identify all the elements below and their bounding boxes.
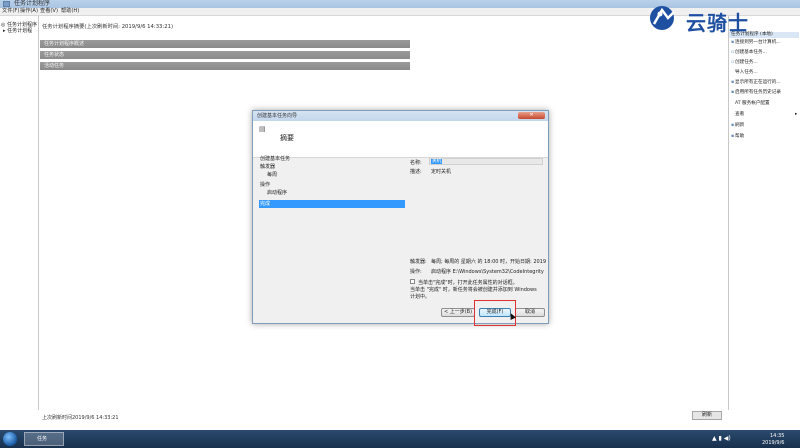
finish-note-line2: 计划中。	[410, 294, 431, 300]
name-label: 名称:	[410, 160, 422, 166]
close-icon[interactable]: ✕	[518, 112, 545, 119]
summary-line: 任务计划程序摘要(上次刷新时间: 2019/9/6 14:33:21)	[42, 24, 174, 30]
create-basic-task-wizard: 创建基本任务向导 ✕ ▤ 摘要 创建基本任务 触发器 每周 操作 启动程序 完成…	[252, 110, 549, 324]
tree-item-library[interactable]: ▸ 任务计划程	[3, 28, 32, 34]
cancel-button[interactable]: 取消	[515, 308, 545, 317]
step-label: 启动程序	[267, 190, 288, 196]
task-scheduler-icon	[3, 1, 10, 7]
dialog-title: 创建基本任务向导	[257, 113, 298, 119]
action-connect[interactable]: ▪连接到另一台计算机...	[731, 40, 781, 46]
action-label: 操作:	[410, 269, 422, 275]
section-active-tasks[interactable]: 活动任务	[40, 62, 410, 70]
step-trigger[interactable]: 触发器	[259, 163, 405, 171]
action-label: 查看	[735, 112, 745, 117]
taskbar-task-scheduler[interactable]: 任务	[24, 432, 64, 446]
name-field[interactable]	[429, 158, 543, 165]
action-at-config[interactable]: AT 服务帐户配置	[731, 101, 770, 107]
action-create-task[interactable]: ▫创建任务...	[731, 60, 758, 66]
description-value[interactable]: 定时关机	[431, 168, 451, 175]
tree-item-label: 任务计划程	[7, 28, 33, 34]
action-label: AT 服务帐户配置	[735, 101, 770, 106]
trigger-label: 触发器:	[410, 259, 427, 265]
step-label: 完成	[260, 201, 271, 207]
action-label: 创建基本任务...	[735, 50, 767, 55]
back-button[interactable]: < 上一步(B)	[441, 308, 475, 317]
action-label: 帮助	[735, 134, 745, 139]
clock-date[interactable]: 2019/9/6	[762, 440, 784, 446]
action-label: 连接到另一台计算机...	[735, 40, 781, 45]
section-label: 活动任务	[44, 63, 65, 69]
refresh-button[interactable]: 刷新	[692, 411, 722, 420]
clock-time[interactable]: 14:35	[770, 433, 784, 439]
action-label: 刷新	[735, 123, 745, 128]
step-label: 操作	[260, 182, 271, 188]
menu-bar: 文件(F) 操作(A) 查看(V) 帮助(H)	[0, 8, 800, 16]
name-value: 关机	[431, 159, 443, 164]
taskbar	[0, 430, 800, 448]
last-refresh-status: 上次刷新时间2019/9/6 14:33:21	[42, 415, 119, 421]
step-action[interactable]: 操作	[259, 181, 405, 189]
open-properties-checkbox[interactable]	[410, 279, 415, 284]
action-label: 显示所有正在运行的...	[735, 80, 781, 85]
description-label: 描述:	[410, 169, 422, 175]
action-import[interactable]: 导入任务...	[731, 70, 758, 76]
dialog-heading: 摘要	[280, 134, 294, 142]
step-start-program[interactable]: 启动程序	[266, 189, 405, 197]
action-label: 导入任务...	[735, 70, 758, 75]
action-show-running[interactable]: ▪显示所有正在运行的...	[731, 80, 781, 86]
step-create-basic-task[interactable]: 创建基本任务	[259, 155, 405, 163]
menu-file[interactable]: 文件(F)	[2, 8, 19, 15]
step-label: 触发器	[260, 164, 276, 170]
dialog-titlebar[interactable]	[253, 111, 548, 121]
window-title: 任务计划程序	[14, 0, 51, 7]
wizard-icon: ▤	[259, 125, 266, 133]
step-weekly[interactable]: 每周	[266, 171, 405, 179]
action-enable-history[interactable]: ▪启用所有任务历史记录	[731, 90, 781, 96]
step-label: 创建基本任务	[260, 156, 291, 162]
menu-help[interactable]: 帮助(H)	[61, 8, 79, 15]
logo-text: 云骑士	[686, 11, 749, 35]
dialog-header	[253, 121, 548, 158]
navigation-tree: ◎ 任务计划程序 ▸ 任务计划程	[0, 16, 39, 410]
action-help[interactable]: ▪帮助	[731, 134, 744, 140]
action-refresh[interactable]: ▪刷新	[731, 123, 744, 129]
step-label: 每周	[267, 172, 278, 178]
knight-logo-icon	[650, 6, 675, 30]
start-button[interactable]	[3, 432, 17, 446]
section-task-status[interactable]: 任务状态	[40, 51, 410, 59]
system-tray-icons[interactable]: ▲ ▮ ◀)	[712, 435, 731, 442]
action-view[interactable]: 查看 ▸	[731, 112, 797, 118]
finish-note-line1: 当单击 "完成" 时，新任务将会被创建并添加到 Windows	[410, 287, 537, 293]
action-value: 启动程序 E:\Windows\System32\CodeIntegrity	[431, 269, 544, 275]
action-create-basic[interactable]: ▫创建基本任务...	[731, 50, 767, 56]
menu-action[interactable]: 操作(A)	[20, 8, 38, 15]
step-finish[interactable]: 完成	[259, 200, 405, 208]
trigger-value: 每周; 每周的 星期六 的 18:00 时，开始日期: 2019	[431, 259, 547, 265]
section-label: 任务计划程序概述	[44, 41, 85, 47]
section-label: 任务状态	[44, 52, 65, 58]
action-label: 创建任务...	[735, 60, 758, 65]
chevron-right-icon: ▸	[795, 112, 798, 117]
menu-view[interactable]: 查看(V)	[40, 8, 58, 15]
section-overview[interactable]: 任务计划程序概述	[40, 40, 410, 48]
checkbox-label: 当单击"完成"时，打开此任务属性的对话框。	[418, 280, 518, 286]
window-titlebar	[0, 0, 800, 8]
action-label: 启用所有任务历史记录	[735, 90, 781, 95]
